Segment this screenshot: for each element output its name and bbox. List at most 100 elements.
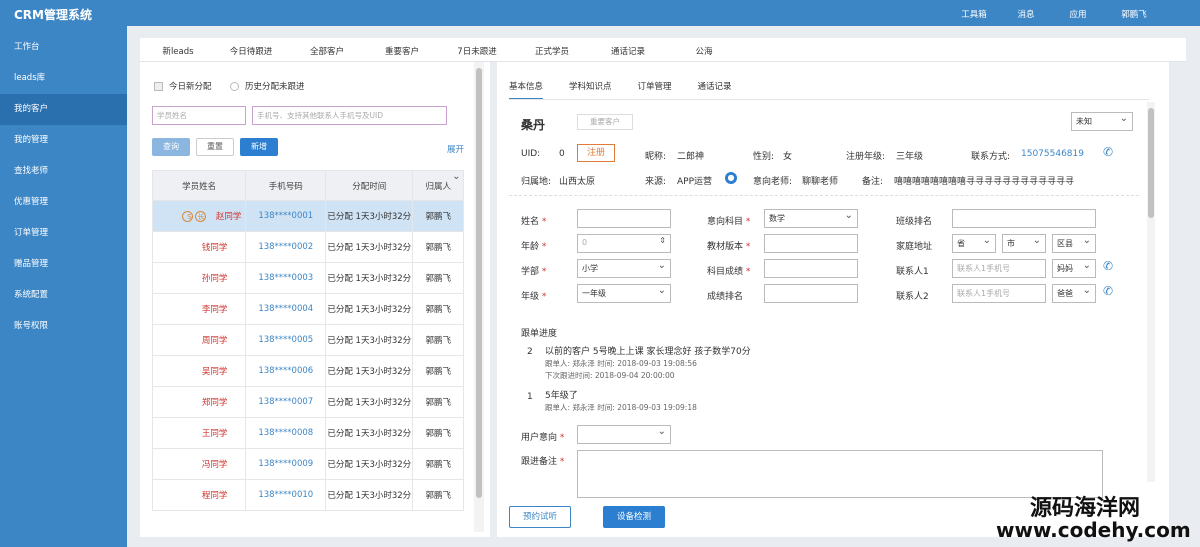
tab-orders[interactable]: 订单管理	[638, 80, 672, 100]
class-rank-input[interactable]	[952, 209, 1096, 228]
name-input[interactable]	[577, 209, 671, 228]
sidebar-item-permissions[interactable]: 账号权限	[0, 311, 127, 342]
list-scrollbar[interactable]	[474, 62, 484, 532]
age-stepper[interactable]: 0 ⇕	[577, 234, 671, 253]
intent-select[interactable]	[577, 425, 671, 444]
table-row[interactable]: 李同学 138****0004 已分配 1天3小时32分 郭鹏飞	[151, 293, 465, 325]
table-row[interactable]: S长 赵同学 138****0001 已分配 1天3小时32分 郭鹏飞	[151, 200, 465, 232]
table-row[interactable]: 郑同学 138****0007 已分配 1天3小时32分 郭鹏飞	[151, 386, 465, 418]
sidebar-item-gifts[interactable]: 赠品管理	[0, 249, 127, 280]
student-name[interactable]: 程同学	[202, 491, 228, 501]
district-select[interactable]: 区县	[1052, 234, 1096, 253]
textbook-label-text: 教材版本	[707, 242, 744, 252]
tab-knowledge[interactable]: 学科知识点	[569, 80, 612, 100]
sidebar-item-leads[interactable]: leads库	[0, 63, 127, 94]
tab-calls[interactable]: 通话记录	[698, 80, 732, 100]
table-row[interactable]: 孙同学 138****0003 已分配 1天3小时32分 郭鹏飞	[151, 262, 465, 294]
phone-search-input[interactable]: 手机号、支持其他联系人手机号及UID	[252, 106, 447, 125]
query-button[interactable]: 查询	[152, 138, 190, 156]
progress-text: 以前的客户 5号晚上上课 家长理念好 孩子数学70分	[545, 347, 751, 357]
device-check-button[interactable]: 设备检测	[603, 506, 665, 528]
rank-input[interactable]	[764, 284, 858, 303]
subject-select[interactable]: 数学	[764, 209, 858, 228]
contact2-relation-select[interactable]: 爸爸	[1052, 284, 1096, 303]
tab-call-records[interactable]: 通话记录	[598, 45, 658, 57]
sidebar: 工作台 leads库 我的客户 我的管理 查找老师 优惠管理 订单管理 赠品管理…	[0, 26, 127, 547]
status-select[interactable]: 未知	[1071, 112, 1133, 131]
sidebar-item-system-config[interactable]: 系统配置	[0, 280, 127, 311]
year-label-text: 年级	[521, 292, 540, 302]
time-cell: 已分配 1天3小时32分	[325, 448, 414, 480]
score-input[interactable]	[764, 259, 858, 278]
province-select[interactable]: 省	[952, 234, 996, 253]
phone-call-icon[interactable]: ✆	[1103, 145, 1113, 159]
contact-value[interactable]: 15075546819	[1021, 149, 1084, 159]
detail-scrollbar-thumb[interactable]	[1148, 108, 1154, 218]
reset-button[interactable]: 重置	[196, 138, 234, 156]
student-name[interactable]: 周同学	[202, 336, 228, 346]
list-scrollbar-thumb[interactable]	[476, 68, 482, 498]
contact1-phone-input[interactable]: 联系人1手机号	[952, 259, 1046, 278]
topnav-user[interactable]: 郭鹏飞	[1104, 8, 1164, 20]
sidebar-item-find-teacher[interactable]: 查找老师	[0, 156, 127, 187]
school-select[interactable]: 小学	[577, 259, 671, 278]
trial-button[interactable]: 预约试听	[509, 506, 571, 528]
phone-cell: 138****0009	[245, 448, 327, 480]
phone-cell: 138****0005	[245, 324, 327, 356]
table-row[interactable]: 王同学 138****0008 已分配 1天3小时32分 郭鹏飞	[151, 417, 465, 449]
table-row[interactable]: 周同学 138****0005 已分配 1天3小时32分 郭鹏飞	[151, 324, 465, 356]
table-header-row: 学员姓名 手机号码 分配时间 归属人	[151, 170, 465, 201]
contact1-call-icon[interactable]: ✆	[1103, 259, 1113, 273]
detail-scrollbar[interactable]	[1147, 102, 1155, 482]
age-label: 年龄 *	[521, 242, 547, 252]
student-name[interactable]: 吴同学	[202, 367, 228, 377]
student-name[interactable]: 孙同学	[202, 274, 228, 284]
add-button[interactable]: 新增	[240, 138, 278, 156]
student-name[interactable]: 李同学	[202, 305, 228, 315]
note-textarea[interactable]	[577, 450, 1103, 498]
filter-history[interactable]: 历史分配未跟进	[230, 80, 305, 92]
customer-list-panel: 今日新分配 历史分配未跟进 学员姓名 手机号、支持其他联系人手机号及UID 查询…	[140, 62, 490, 537]
topnav-toolbox[interactable]: 工具箱	[948, 8, 1000, 20]
table-row[interactable]: 吴同学 138****0006 已分配 1天3小时32分 郭鹏飞	[151, 355, 465, 387]
stepper-icon[interactable]: ⇕	[659, 236, 666, 245]
important-customer-button[interactable]: 重要客户	[577, 114, 633, 130]
sidebar-item-discounts[interactable]: 优惠管理	[0, 187, 127, 218]
teacher-label: 意向老师:	[753, 177, 793, 187]
student-name-input[interactable]: 学员姓名	[152, 106, 246, 125]
contact2-call-icon[interactable]: ✆	[1103, 284, 1113, 298]
table-row[interactable]: 程同学 138****0010 已分配 1天3小时32分 郭鹏飞	[151, 479, 465, 511]
sidebar-item-orders[interactable]: 订单管理	[0, 218, 127, 249]
tab-public-pool[interactable]: 公海	[674, 45, 734, 57]
student-name[interactable]: 王同学	[202, 429, 228, 439]
tab-7day-unfollowed[interactable]: 7日未跟进	[447, 45, 507, 57]
tab-today-followup[interactable]: 今日待跟进	[221, 45, 281, 57]
city-select[interactable]: 市	[1002, 234, 1046, 253]
student-name[interactable]: 赵同学	[216, 212, 242, 222]
tab-all-customers[interactable]: 全部客户	[297, 45, 357, 57]
contact2-phone-input[interactable]: 联系人1手机号	[952, 284, 1046, 303]
student-name[interactable]: 钱同学	[202, 243, 228, 253]
eye-icon[interactable]: ●	[725, 172, 737, 184]
table-row[interactable]: 钱同学 138****0002 已分配 1天3小时32分 郭鹏飞	[151, 231, 465, 263]
year-select[interactable]: 一年级	[577, 284, 671, 303]
tab-basic-info[interactable]: 基本信息	[509, 80, 544, 100]
register-button[interactable]: 注册	[577, 144, 615, 162]
filter-today-new[interactable]: 今日新分配	[154, 80, 212, 92]
student-name[interactable]: 郑同学	[202, 398, 228, 408]
student-name[interactable]: 冯同学	[202, 460, 228, 470]
expand-link[interactable]: 展开	[447, 143, 464, 155]
topnav-messages[interactable]: 消息	[1000, 8, 1052, 20]
table-row[interactable]: 冯同学 138****0009 已分配 1天3小时32分 郭鹏飞	[151, 448, 465, 480]
tab-formal-students[interactable]: 正式学员	[522, 45, 582, 57]
contact1-relation-select[interactable]: 妈妈	[1052, 259, 1096, 278]
history-radio[interactable]	[230, 81, 239, 91]
topnav-apps[interactable]: 应用	[1052, 8, 1104, 20]
sidebar-item-my-management[interactable]: 我的管理	[0, 125, 127, 156]
today-new-checkbox[interactable]	[154, 81, 163, 91]
sidebar-item-my-customers[interactable]: 我的客户	[0, 94, 127, 125]
note-label-text: 跟进备注	[521, 457, 558, 467]
textbook-input[interactable]	[764, 234, 858, 253]
sidebar-item-workbench[interactable]: 工作台	[0, 32, 127, 63]
tab-important[interactable]: 重要客户	[372, 45, 432, 57]
